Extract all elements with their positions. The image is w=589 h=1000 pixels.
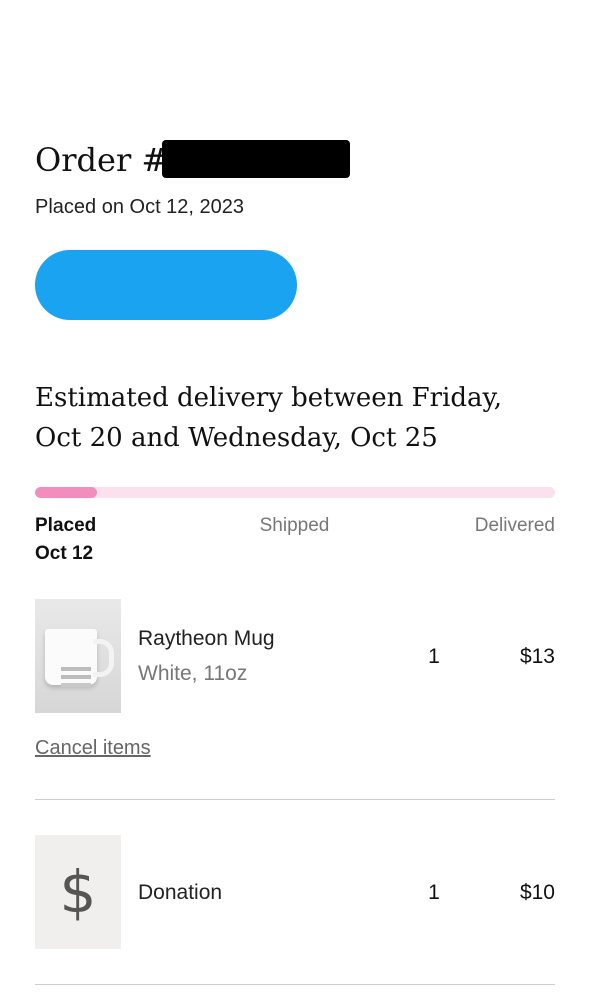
item-name-mug[interactable]: Raytheon Mug	[138, 625, 275, 653]
cancel-items-link[interactable]: Cancel items	[35, 735, 151, 761]
item-divider	[35, 799, 555, 800]
stage-placed-date: Oct 12	[35, 543, 94, 564]
dollar-icon: $	[59, 858, 97, 926]
redaction-mark	[162, 140, 350, 178]
product-thumbnail-donation[interactable]: $	[35, 835, 121, 949]
order-action-button[interactable]	[35, 250, 297, 320]
mug-image	[45, 629, 97, 685]
delivery-progress-fill	[35, 487, 98, 498]
item-price-mug: $13	[519, 645, 555, 668]
item-divider	[35, 984, 555, 985]
order-heading-label: Order #	[35, 141, 169, 179]
store-title	[0, 30, 589, 76]
item-price-donation: $10	[519, 881, 555, 904]
order-number-heading: Order #	[35, 138, 168, 182]
item-variant-mug: White, 11oz	[138, 662, 248, 685]
order-placed-date: Placed on Oct 12, 2023	[35, 196, 245, 218]
item-name-donation[interactable]: Donation	[138, 879, 222, 907]
product-thumbnail-mug[interactable]	[35, 599, 121, 713]
delivery-estimate: Estimated delivery between Friday, Oct 2…	[35, 383, 503, 453]
stage-delivered: Delivered	[474, 515, 555, 536]
item-quantity-donation: 1	[428, 881, 440, 904]
mug-handle	[93, 639, 114, 677]
item-quantity-mug: 1	[428, 645, 440, 668]
delivery-progress-bar	[35, 487, 555, 498]
